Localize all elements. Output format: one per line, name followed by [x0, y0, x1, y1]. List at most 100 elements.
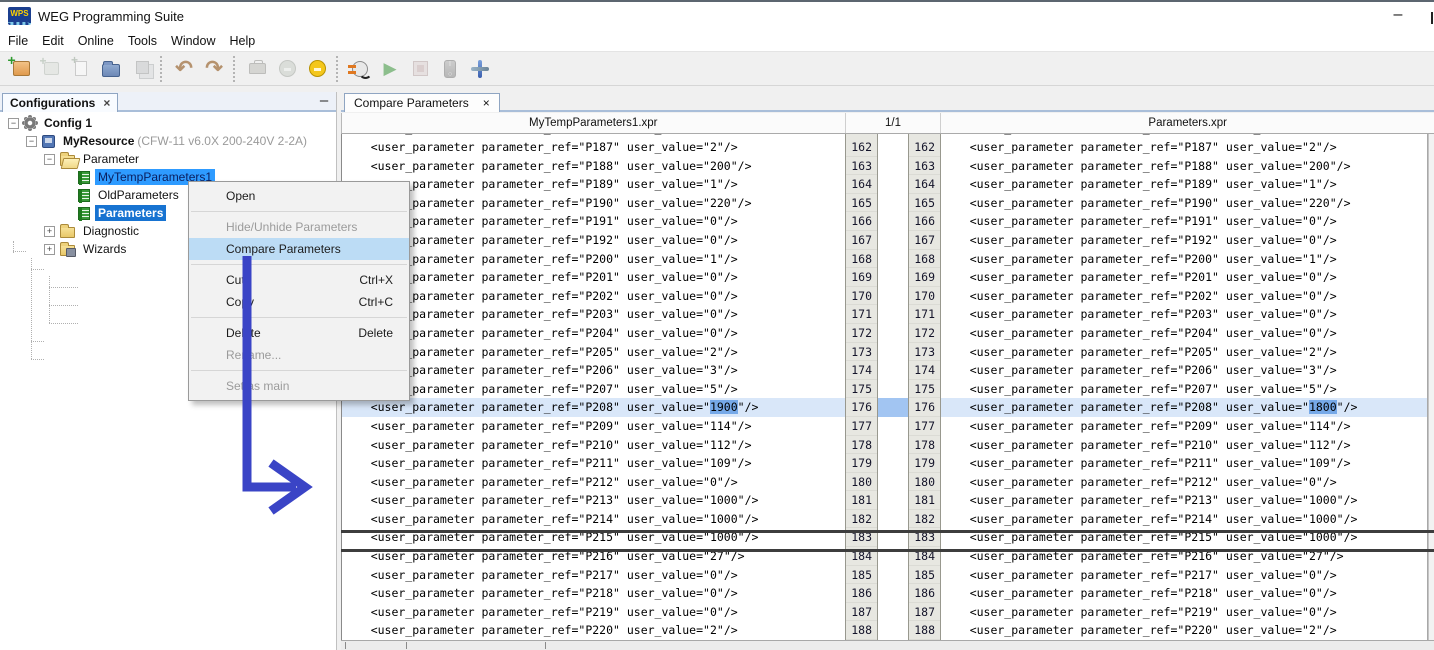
- xml-line-177-right[interactable]: <user_parameter parameter_ref="P209" use…: [941, 417, 1427, 436]
- xml-line-171-right[interactable]: <user_parameter parameter_ref="P203" use…: [941, 305, 1427, 324]
- xml-line-185-right[interactable]: <user_parameter parameter_ref="P217" use…: [941, 566, 1427, 585]
- context-menu-item-delete[interactable]: DeleteDelete: [189, 322, 409, 344]
- collapse-icon[interactable]: −: [44, 154, 55, 165]
- collapse-icon[interactable]: −: [8, 118, 19, 129]
- toolbar-undo-icon[interactable]: [169, 55, 199, 83]
- xml-line-187-right[interactable]: <user_parameter parameter_ref="P219" use…: [941, 603, 1427, 622]
- xml-line-188-right[interactable]: <user_parameter parameter_ref="P220" use…: [941, 621, 1427, 640]
- xml-line-175-left[interactable]: <user_parameter parameter_ref="P207" use…: [342, 380, 845, 399]
- context-menu-item-label: Delete: [226, 322, 358, 344]
- toolbar-redo-icon[interactable]: [199, 55, 229, 83]
- user-value: 0: [1309, 270, 1316, 284]
- xml-line-169-right[interactable]: <user_parameter parameter_ref="P201" use…: [941, 268, 1427, 287]
- xml-line-181-left[interactable]: <user_parameter parameter_ref="P213" use…: [342, 491, 845, 510]
- toolbar-communication-icon[interactable]: [465, 55, 495, 83]
- close-icon[interactable]: ×: [483, 96, 490, 110]
- user-value: 1: [1309, 177, 1316, 191]
- xml-line-162-right[interactable]: <user_parameter parameter_ref="P187" use…: [941, 138, 1427, 157]
- xml-line-168-right[interactable]: <user_parameter parameter_ref="P200" use…: [941, 250, 1427, 269]
- xml-line-165-left[interactable]: <user_parameter parameter_ref="P190" use…: [342, 194, 845, 213]
- xml-line-166-right[interactable]: <user_parameter parameter_ref="P191" use…: [941, 212, 1427, 231]
- xml-line-173-left[interactable]: <user_parameter parameter_ref="P205" use…: [342, 343, 845, 362]
- tab-compare-parameters[interactable]: Compare Parameters ×: [344, 93, 500, 112]
- menu-file[interactable]: File: [2, 32, 34, 50]
- user-value: 0: [710, 568, 717, 582]
- toolbar-connect-icon[interactable]: [345, 55, 375, 83]
- xml-line-176-left[interactable]: <user_parameter parameter_ref="P208" use…: [342, 398, 845, 417]
- xml-line-182-left[interactable]: <user_parameter parameter_ref="P214" use…: [342, 510, 845, 529]
- context-menu-item-label: Cut: [226, 269, 359, 291]
- line-number: 170: [846, 287, 877, 306]
- collapse-icon[interactable]: −: [26, 136, 37, 147]
- expand-icon[interactable]: +: [44, 226, 55, 237]
- xml-line-179-right[interactable]: <user_parameter parameter_ref="P211" use…: [941, 454, 1427, 473]
- context-menu-item-cut[interactable]: CutCtrl+X: [189, 269, 409, 291]
- tree-item-oldparameters[interactable]: OldParameters: [78, 186, 182, 204]
- xml-line-180-right[interactable]: <user_parameter parameter_ref="P212" use…: [941, 473, 1427, 492]
- xml-line-175-right[interactable]: <user_parameter parameter_ref="P207" use…: [941, 380, 1427, 399]
- xml-line-162-left[interactable]: <user_parameter parameter_ref="P187" use…: [342, 138, 845, 157]
- xml-line-174-right[interactable]: <user_parameter parameter_ref="P206" use…: [941, 361, 1427, 380]
- tab-configurations[interactable]: Configurations ×: [2, 93, 118, 112]
- xml-line-180-left[interactable]: <user_parameter parameter_ref="P212" use…: [342, 473, 845, 492]
- xml-line-163-left[interactable]: <user_parameter parameter_ref="P188" use…: [342, 157, 845, 176]
- menu-edit[interactable]: Edit: [36, 32, 70, 50]
- maximize-button[interactable]: [1431, 12, 1433, 24]
- divider: [545, 642, 546, 649]
- context-menu-item-open[interactable]: Open: [189, 185, 409, 207]
- toolbar-open-project-icon[interactable]: [96, 55, 126, 83]
- xml-line-173-right[interactable]: <user_parameter parameter_ref="P205" use…: [941, 343, 1427, 362]
- tree-item-config-1[interactable]: −Config 1: [8, 114, 95, 132]
- xml-line-176-right[interactable]: <user_parameter parameter_ref="P208" use…: [941, 398, 1427, 417]
- expand-icon[interactable]: +: [44, 244, 55, 255]
- panel-minimize-button[interactable]: –: [315, 93, 333, 111]
- tree-item-myresource[interactable]: −MyResource (CFW-11 v6.0X 200-240V 2-2A): [26, 132, 307, 150]
- xml-line-171-left[interactable]: <user_parameter parameter_ref="P203" use…: [342, 305, 845, 324]
- xml-line-179-left[interactable]: <user_parameter parameter_ref="P211" use…: [342, 454, 845, 473]
- xml-line-178-left[interactable]: <user_parameter parameter_ref="P210" use…: [342, 436, 845, 455]
- tree-item-diagnostic[interactable]: +Diagnostic: [44, 222, 142, 240]
- xml-line-166-left[interactable]: <user_parameter parameter_ref="P191" use…: [342, 212, 845, 231]
- xml-line-177-left[interactable]: <user_parameter parameter_ref="P209" use…: [342, 417, 845, 436]
- menu-online[interactable]: Online: [72, 32, 120, 50]
- menu-help[interactable]: Help: [224, 32, 262, 50]
- xml-line-170-right[interactable]: <user_parameter parameter_ref="P202" use…: [941, 287, 1427, 306]
- context-menu-item-copy[interactable]: CopyCtrl+C: [189, 291, 409, 313]
- vertical-scrollbar[interactable]: [1428, 134, 1434, 640]
- tree-item-parameter[interactable]: −Parameter: [44, 150, 142, 168]
- xml-line-163-right[interactable]: <user_parameter parameter_ref="P188" use…: [941, 157, 1427, 176]
- xml-line-167-right[interactable]: <user_parameter parameter_ref="P192" use…: [941, 231, 1427, 250]
- xml-line-172-right[interactable]: <user_parameter parameter_ref="P204" use…: [941, 324, 1427, 343]
- xml-line-168-left[interactable]: <user_parameter parameter_ref="P200" use…: [342, 250, 845, 269]
- minimize-button[interactable]: –: [1385, 2, 1411, 30]
- xml-line-187-left[interactable]: <user_parameter parameter_ref="P219" use…: [342, 603, 845, 622]
- xml-line-185-left[interactable]: <user_parameter parameter_ref="P217" use…: [342, 566, 845, 585]
- xml-line-165-right[interactable]: <user_parameter parameter_ref="P190" use…: [941, 194, 1427, 213]
- toolbar-upload-icon[interactable]: [302, 55, 332, 83]
- xml-line-186-left[interactable]: <user_parameter parameter_ref="P218" use…: [342, 584, 845, 603]
- xml-line-181-right[interactable]: <user_parameter parameter_ref="P213" use…: [941, 491, 1427, 510]
- user-value: 5: [710, 382, 717, 396]
- close-icon[interactable]: ×: [103, 96, 110, 110]
- menu-tools[interactable]: Tools: [122, 32, 163, 50]
- tree-item-wizards[interactable]: +Wizards: [44, 240, 129, 258]
- xml-line-164-right[interactable]: <user_parameter parameter_ref="P189" use…: [941, 175, 1427, 194]
- xml-line-172-left[interactable]: <user_parameter parameter_ref="P204" use…: [342, 324, 845, 343]
- xml-line-182-right[interactable]: <user_parameter parameter_ref="P214" use…: [941, 510, 1427, 529]
- xml-line-170-left[interactable]: <user_parameter parameter_ref="P202" use…: [342, 287, 845, 306]
- xml-line-186-right[interactable]: <user_parameter parameter_ref="P218" use…: [941, 584, 1427, 603]
- toolbar-run-icon[interactable]: [375, 55, 405, 83]
- xml-line-174-left[interactable]: <user_parameter parameter_ref="P206" use…: [342, 361, 845, 380]
- xml-line-167-left[interactable]: <user_parameter parameter_ref="P192" use…: [342, 231, 845, 250]
- xml-line-164-left[interactable]: <user_parameter parameter_ref="P189" use…: [342, 175, 845, 194]
- tree-item-parameters[interactable]: Parameters: [78, 204, 166, 222]
- context-menu-item-compare-parameters[interactable]: Compare Parameters: [189, 238, 409, 260]
- line-number: 178: [909, 436, 940, 455]
- toolbar-new-configuration-icon[interactable]: [6, 55, 36, 83]
- diff-row-border-top: [341, 530, 1434, 533]
- context-menu-item-rename: Rename...: [189, 344, 409, 366]
- menu-window[interactable]: Window: [165, 32, 221, 50]
- xml-line-188-left[interactable]: <user_parameter parameter_ref="P220" use…: [342, 621, 845, 640]
- xml-line-178-right[interactable]: <user_parameter parameter_ref="P210" use…: [941, 436, 1427, 455]
- xml-line-169-left[interactable]: <user_parameter parameter_ref="P201" use…: [342, 268, 845, 287]
